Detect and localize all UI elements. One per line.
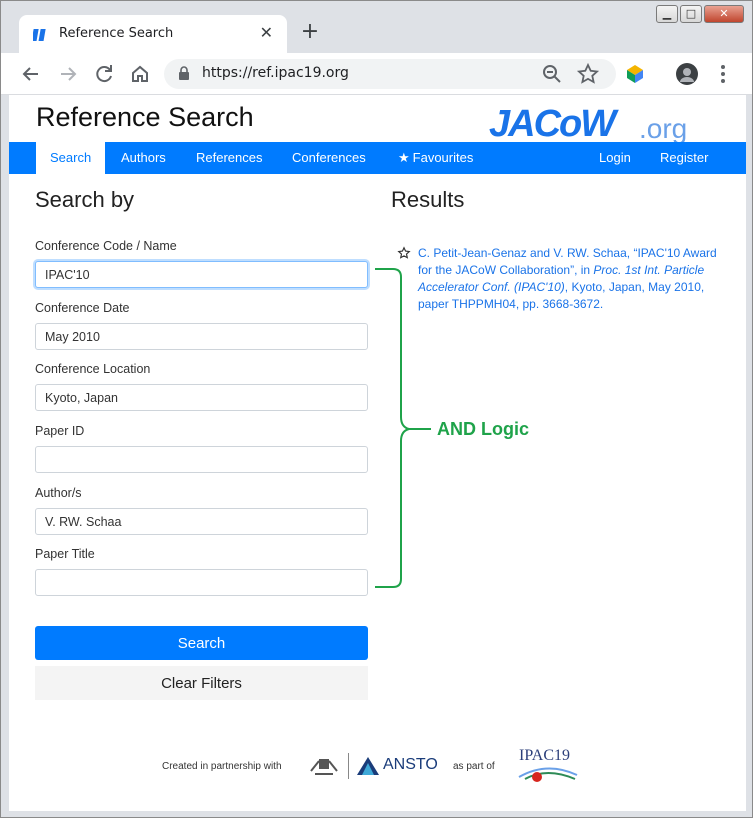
nav-authors[interactable]: Authors — [107, 142, 180, 174]
logo-main-text: JACoW — [489, 103, 616, 145]
ansto-logo-text: ANSTO — [383, 756, 438, 773]
conference-date-label: Conference Date — [35, 301, 130, 315]
profile-avatar-icon[interactable] — [675, 62, 699, 86]
search-heading: Search by — [35, 187, 135, 212]
nav-conferences[interactable]: Conferences — [278, 142, 380, 174]
close-window-button[interactable]: ✕ — [704, 5, 744, 23]
ipac-logo-text: IPAC19 — [519, 747, 570, 764]
result-citation[interactable]: C. Petit-Jean-Genaz and V. RW. Schaa, “I… — [418, 245, 718, 313]
government-crest-icon — [310, 759, 338, 775]
new-tab-button[interactable]: + — [297, 19, 323, 45]
page-title: Reference Search — [36, 102, 254, 132]
extension-icon[interactable] — [623, 62, 647, 86]
nav-favourites[interactable]: ★ Favourites — [384, 142, 487, 174]
browser-toolbar: https://ref.ipac19.org — [1, 53, 752, 95]
browser-window: Reference Search ✕ + ▁ □ ✕ https://ref.i… — [0, 0, 753, 818]
ipac-logo-swoosh-icon — [518, 767, 578, 782]
nav-favourites-label: Favourites — [412, 150, 474, 165]
jacow-favicon-icon — [33, 29, 46, 41]
created-in-partnership-text: Created in partnership with — [162, 761, 282, 772]
results-heading: Results — [391, 187, 465, 212]
nav-references[interactable]: References — [182, 142, 276, 174]
address-bar[interactable]: https://ref.ipac19.org — [164, 59, 616, 89]
main-navbar: Search Authors References Conferences ★ F… — [9, 142, 746, 174]
back-arrow-icon[interactable] — [19, 62, 43, 86]
nav-register[interactable]: Register — [646, 142, 722, 174]
window-controls: ▁ □ ✕ — [656, 5, 744, 25]
logo-suffix-text: .org — [639, 113, 688, 144]
ansto-logo-icon — [357, 757, 379, 775]
zoom-icon[interactable] — [540, 62, 564, 86]
footer-divider — [348, 753, 349, 779]
tab-title: Reference Search — [59, 26, 174, 41]
paper-id-input[interactable] — [35, 446, 368, 473]
title-bar: Reference Search ✕ + ▁ □ ✕ — [1, 1, 752, 53]
and-logic-label: AND Logic — [437, 419, 529, 439]
as-part-of-text: as part of — [453, 761, 495, 772]
conference-location-input[interactable] — [35, 384, 368, 411]
browser-tab[interactable]: Reference Search ✕ — [19, 15, 287, 53]
reload-icon[interactable] — [92, 62, 116, 86]
and-logic-bracket — [375, 268, 431, 588]
lock-icon[interactable] — [178, 66, 190, 80]
nav-search[interactable]: Search — [36, 142, 106, 174]
paper-title-input[interactable] — [35, 569, 368, 596]
conference-location-label: Conference Location — [35, 362, 151, 376]
nav-login[interactable]: Login — [585, 142, 645, 174]
authors-label: Author/s — [35, 486, 82, 500]
conference-code-label: Conference Code / Name — [35, 239, 177, 253]
favourite-star-icon[interactable] — [397, 246, 411, 260]
tab-close-icon[interactable]: ✕ — [260, 23, 273, 42]
paper-id-label: Paper ID — [35, 424, 85, 438]
home-icon[interactable] — [128, 62, 152, 86]
authors-input[interactable] — [35, 508, 368, 535]
minimize-button[interactable]: ▁ — [656, 5, 678, 23]
jacow-logo[interactable]: JACoW .org — [489, 103, 699, 145]
bookmark-star-icon[interactable] — [576, 62, 600, 86]
maximize-button[interactable]: □ — [680, 5, 702, 23]
paper-title-label: Paper Title — [35, 547, 95, 561]
conference-code-input[interactable] — [35, 261, 368, 288]
menu-kebab-icon[interactable] — [711, 62, 735, 86]
footer: Created in partnership with ANSTO as par… — [9, 745, 746, 785]
conference-date-input[interactable] — [35, 323, 368, 350]
url-text[interactable]: https://ref.ipac19.org — [202, 65, 349, 81]
star-icon: ★ — [398, 150, 410, 165]
clear-filters-button[interactable]: Clear Filters — [35, 666, 368, 700]
forward-arrow-icon[interactable] — [56, 62, 80, 86]
search-button[interactable]: Search — [35, 626, 368, 660]
page-content: Reference Search JACoW .org Search Autho… — [9, 95, 746, 811]
